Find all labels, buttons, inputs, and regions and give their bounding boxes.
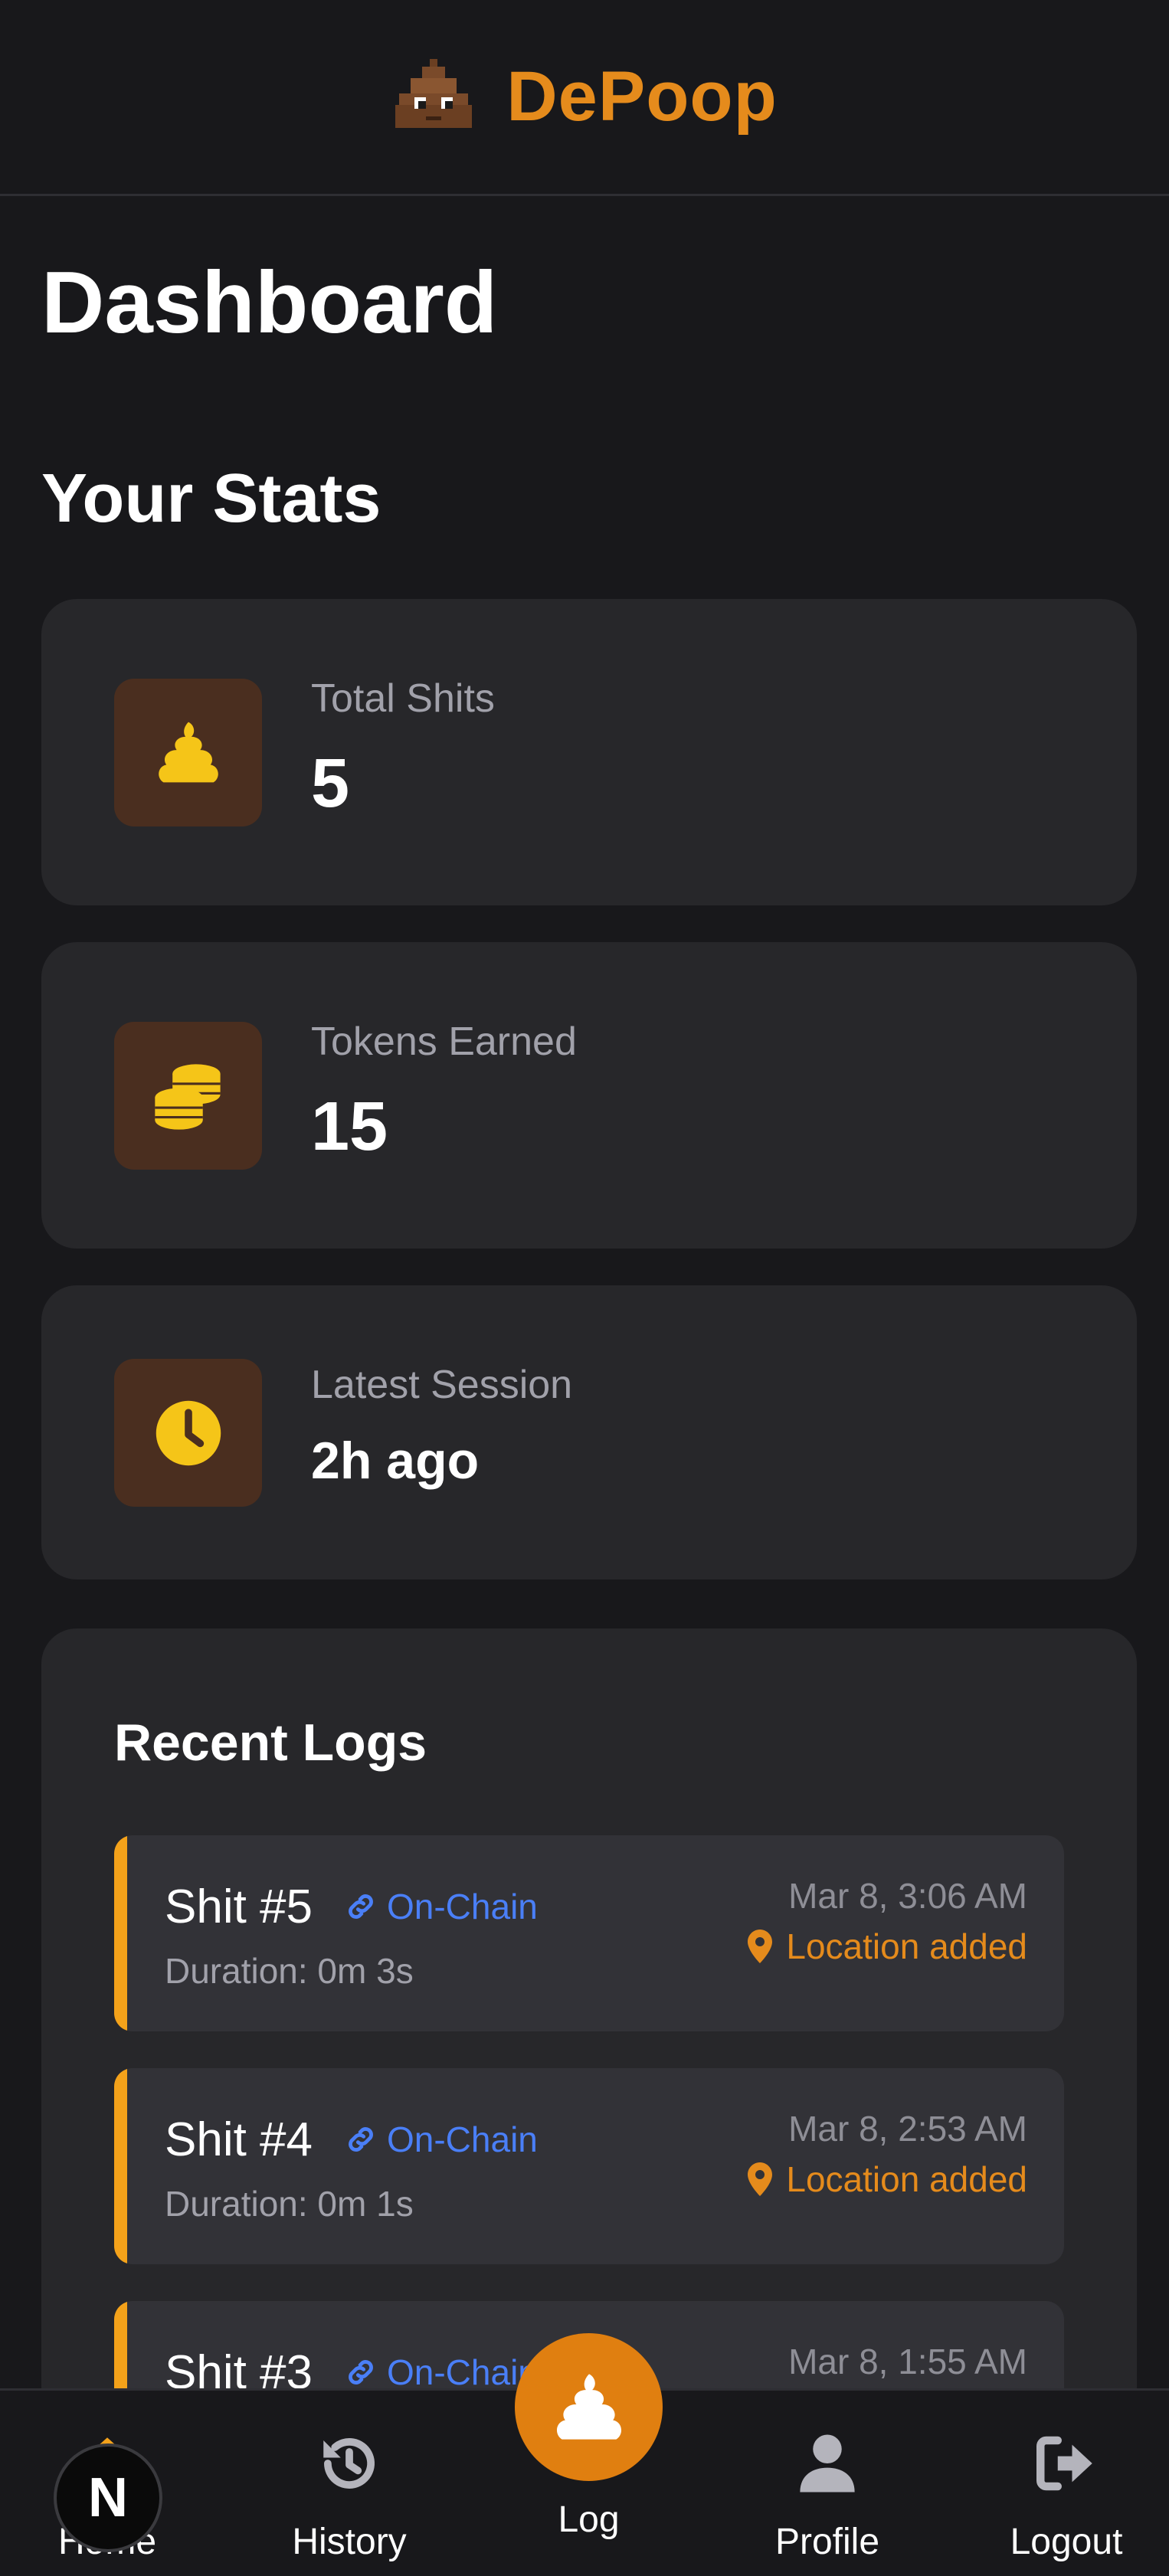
nav-profile[interactable]: Profile [728,2391,927,2576]
stat-value: 5 [311,745,350,822]
log-location: Location added [748,2159,1027,2200]
stat-card-tokens-earned: Tokens Earned 15 [41,942,1137,1249]
nav-log-label: Log [558,2499,620,2540]
stat-icon-box [114,1022,262,1170]
on-chain-badge[interactable]: On-Chain [344,1886,538,1927]
on-chain-badge[interactable]: On-Chain [344,2119,538,2160]
log-time: Mar 8, 2:53 AM [788,2109,1027,2149]
log-duration: Duration: 0m 1s [165,2184,414,2224]
dashboard-page: DePoop Dashboard Your Stats Total Shits … [0,0,1169,2576]
poop-icon [556,2373,621,2440]
brand-name: DePoop [506,57,778,136]
clock-icon [156,1400,221,1465]
nav-log-button[interactable] [515,2333,663,2481]
log-entry[interactable]: Shit #5 On-Chain Duration: 0m 3s Mar 8, … [114,1835,1064,2031]
location-label: Location added [786,2159,1027,2199]
app-header: DePoop [0,0,1169,196]
coins-icon [154,1063,221,1130]
log-entry[interactable]: Shit #4 On-Chain Duration: 0m 1s Mar 8, … [114,2068,1064,2264]
stat-card-latest-session: Latest Session 2h ago [41,1285,1137,1579]
stat-label: Total Shits [311,676,495,721]
poop-icon [158,722,218,782]
history-icon [323,2437,375,2489]
log-name: Shit #4 [165,2113,313,2166]
stat-value: 15 [311,1088,388,1165]
log-location: Location added [748,1926,1027,1967]
stat-value: 2h ago [311,1432,480,1490]
on-chain-label: On-Chain [387,2119,538,2159]
stats-section-title: Your Stats [41,460,381,537]
on-chain-label: On-Chain [387,1887,538,1926]
log-duration: Duration: 0m 3s [165,1951,414,1991]
profile-icon [800,2434,855,2493]
nav-logout-label: Logout [1010,2522,1123,2562]
stat-label: Latest Session [311,1363,573,1407]
location-pin-icon [748,2162,773,2196]
nav-history-label: History [292,2522,407,2562]
link-icon [349,1894,373,1919]
location-label: Location added [786,1926,1027,1966]
page-title: Dashboard [41,254,498,352]
stat-card-total-shits: Total Shits 5 [41,599,1137,905]
nav-profile-label: Profile [774,2522,880,2562]
location-pin-icon [748,1930,773,1963]
link-icon [349,2127,373,2152]
dev-tools-badge[interactable]: N [54,2443,162,2552]
log-time: Mar 8, 3:06 AM [788,1876,1027,1916]
stat-label: Tokens Earned [311,1020,577,1064]
dev-badge-letter: N [88,2467,128,2529]
stat-icon-box [114,679,262,826]
nav-logout[interactable]: Logout [967,2391,1166,2576]
log-name: Shit #5 [165,1880,313,1933]
on-chain-badge[interactable]: On-Chain [344,2352,538,2393]
poop-emoji-icon [395,58,473,128]
on-chain-label: On-Chain [387,2352,538,2392]
log-time: Mar 8, 1:55 AM [788,2342,1027,2381]
nav-history[interactable]: History [250,2391,449,2576]
link-icon [349,2360,373,2385]
recent-logs-title: Recent Logs [114,1714,427,1772]
stat-icon-box [114,1359,262,1507]
logout-icon [1036,2436,1092,2491]
